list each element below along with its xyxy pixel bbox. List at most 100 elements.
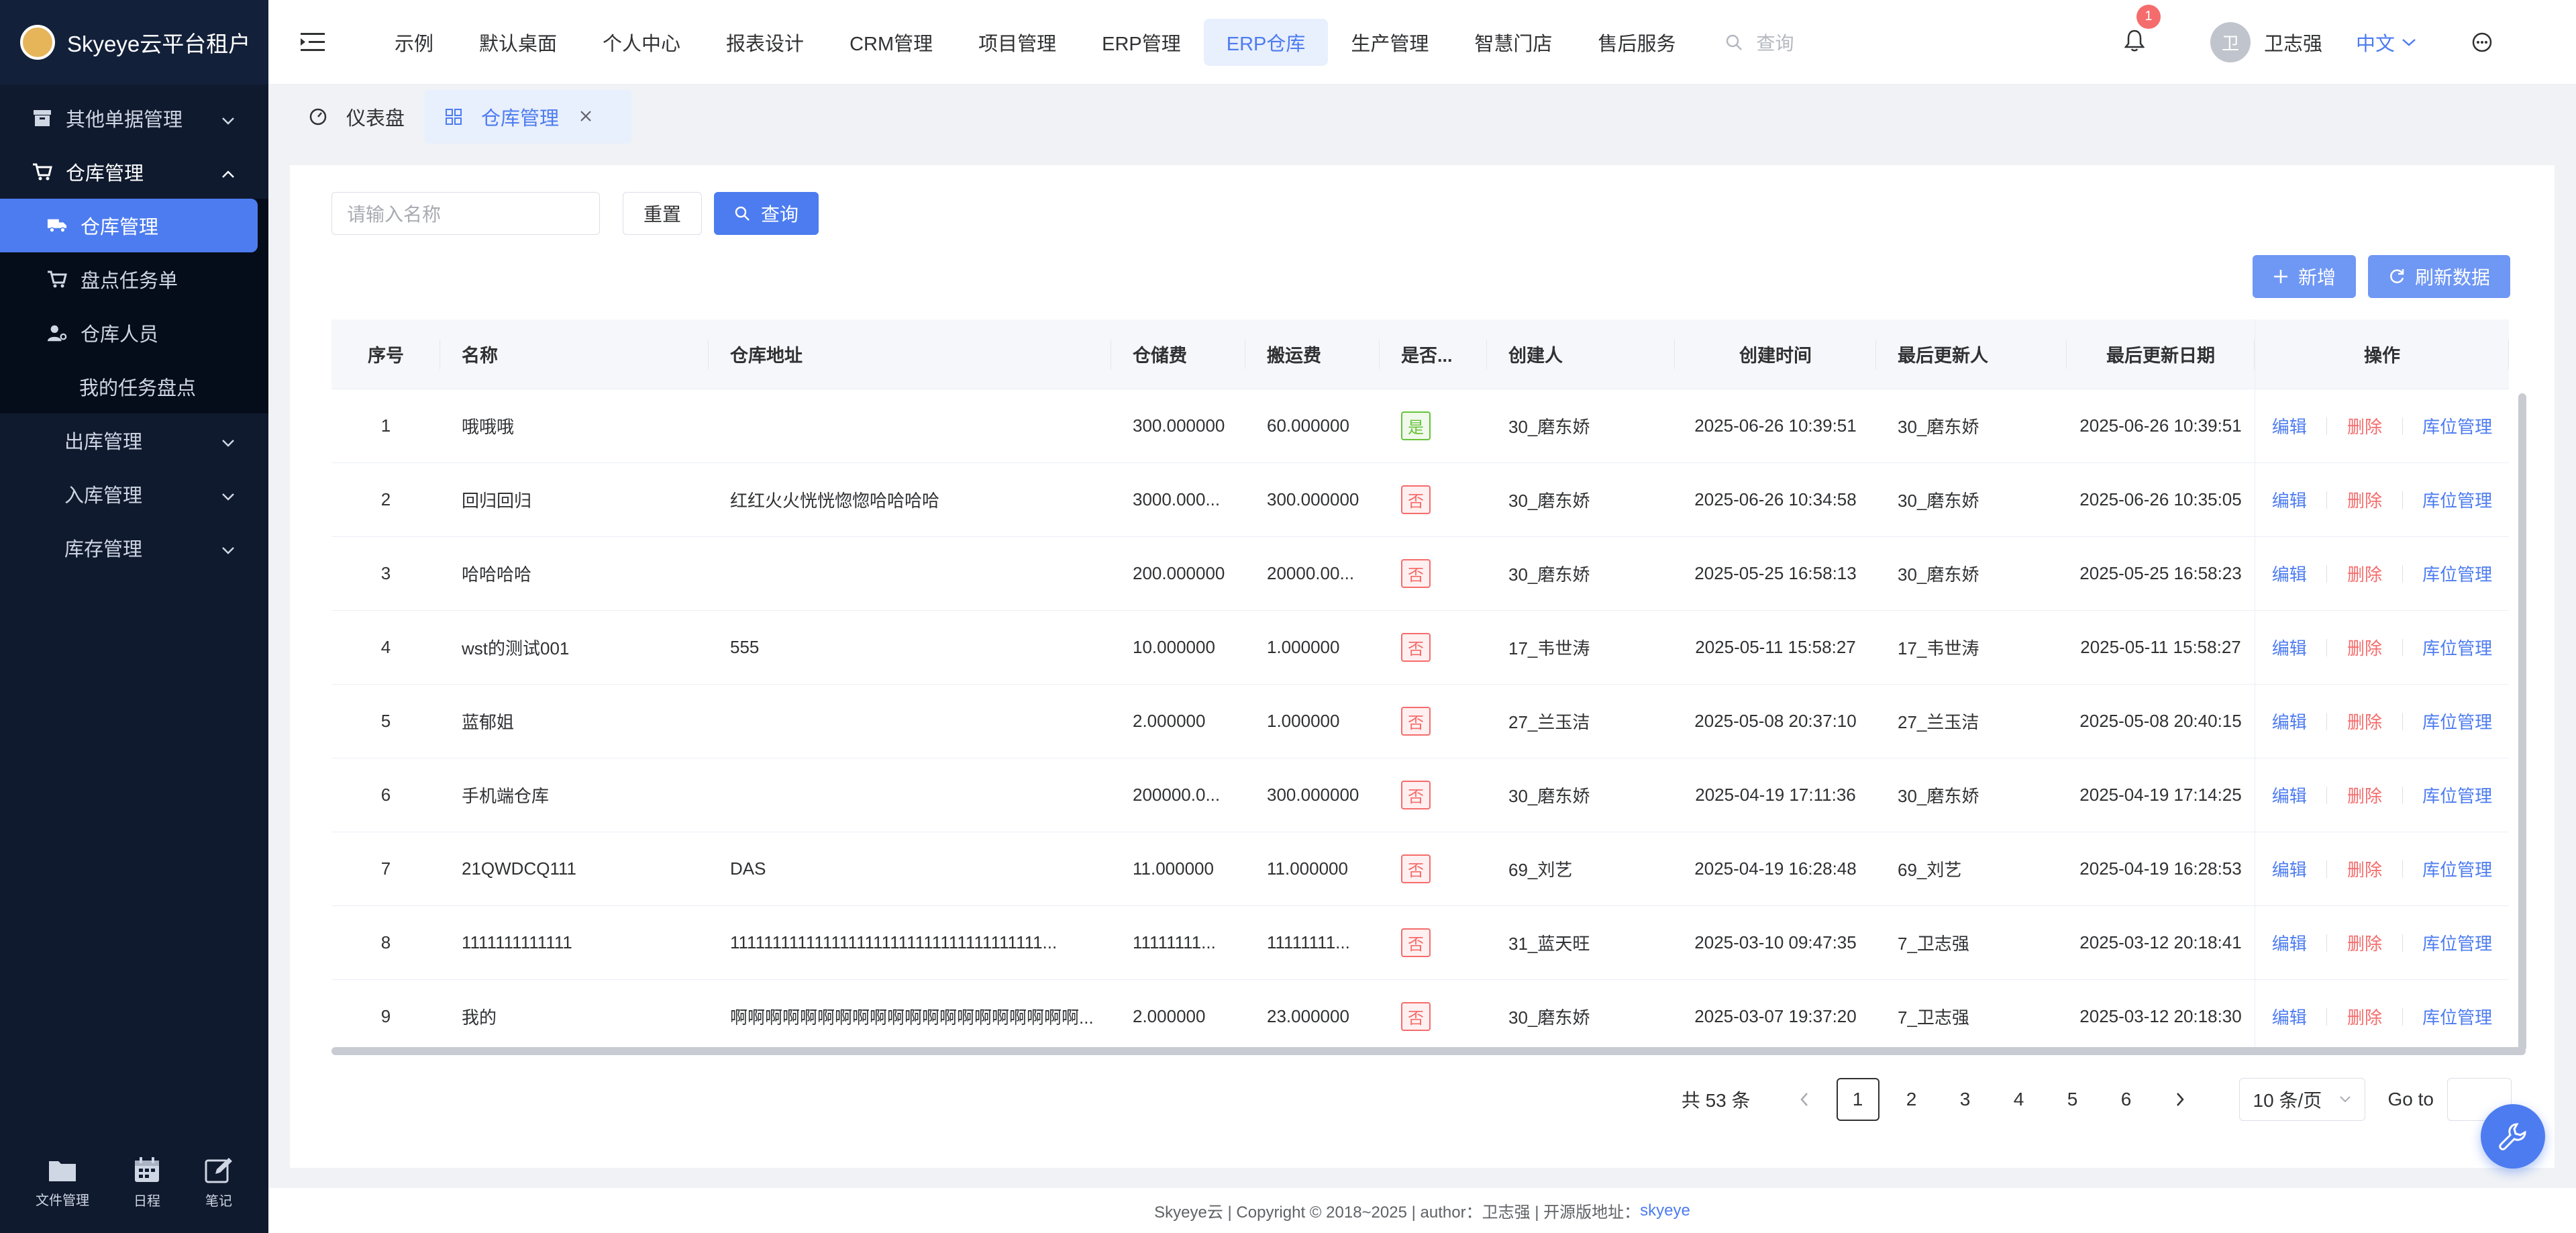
table-row[interactable]: 1 哦哦哦 300.000000 60.000000 是 30_磨东娇 2025-06-26…: [331, 389, 2509, 463]
avatar[interactable]: 卫: [2210, 22, 2251, 62]
page-button[interactable]: 6: [2105, 1078, 2148, 1121]
table-row[interactable]: 7 21QWDCQ111 DAS 11.000000 11.000000 否 69_刘艺 20…: [331, 832, 2509, 906]
page-button[interactable]: 1: [1836, 1078, 1879, 1121]
vertical-scrollbar[interactable]: [2518, 393, 2526, 1051]
plus-icon: [2273, 270, 2287, 283]
page-size-select[interactable]: 10 条/页: [2238, 1078, 2365, 1121]
settings-fab-button[interactable]: [2481, 1104, 2545, 1169]
delete-button[interactable]: 删除: [2347, 487, 2382, 512]
table-row[interactable]: 5 蓝郁姐 2.000000 1.000000 否 27_兰玉洁 2025-05-08 20…: [331, 685, 2509, 758]
sidebar-item-inbound[interactable]: 入库管理: [0, 467, 268, 521]
cell-name: 21QWDCQ111: [462, 858, 576, 879]
edit-button[interactable]: 编辑: [2272, 413, 2307, 438]
delete-button[interactable]: 删除: [2347, 709, 2382, 734]
delete-button[interactable]: 删除: [2347, 1004, 2382, 1029]
edit-button[interactable]: 编辑: [2272, 635, 2307, 660]
nav-tab[interactable]: 智慧门店: [1451, 19, 1575, 66]
edit-button[interactable]: 编辑: [2272, 783, 2307, 807]
table-row[interactable]: 9 我的 啊啊啊啊啊啊啊啊啊啊啊啊啊啊啊啊啊啊啊啊... 2.000000 23.000…: [331, 980, 2509, 1051]
location-manage-button[interactable]: 库位管理: [2422, 413, 2492, 438]
delete-button[interactable]: 删除: [2347, 635, 2382, 660]
nav-tab[interactable]: 项目管理: [956, 19, 1079, 66]
cell-handling: 20000.00...: [1267, 563, 1355, 583]
brand[interactable]: Skyeye云平台租户: [0, 0, 268, 85]
delete-button[interactable]: 删除: [2347, 561, 2382, 586]
nav-tab[interactable]: CRM管理: [827, 19, 956, 66]
table-row[interactable]: 2 回归回归 红红火火恍恍惚惚哈哈哈哈 3000.000... 300.000000 否 3…: [331, 463, 2509, 537]
nav-tab[interactable]: 默认桌面: [456, 19, 580, 66]
dashboard-icon: [309, 108, 327, 126]
edit-button[interactable]: 编辑: [2272, 1004, 2307, 1029]
shortcut-notes[interactable]: 笔记: [205, 1156, 233, 1210]
cell-updated: 2025-05-11 15:58:27: [2080, 637, 2241, 657]
nav-tab[interactable]: 示例: [372, 19, 456, 66]
table-header: 序号 名称 仓库地址 仓储费 搬运费 是否... 创建人 创建时间 最后更新人 …: [331, 319, 2509, 389]
name-search-input[interactable]: 请输入名称: [331, 192, 600, 235]
sidebar-item-warehouse[interactable]: 仓库管理: [0, 145, 268, 199]
sidebar-item-outbound[interactable]: 出库管理: [0, 413, 268, 467]
menu-fold-icon[interactable]: [299, 29, 326, 56]
sidebar-item-warehouse-manage[interactable]: 仓库管理: [0, 199, 258, 252]
shortcut-label: 日程: [134, 1193, 160, 1209]
nav-tab[interactable]: 个人中心: [580, 19, 703, 66]
delete-button[interactable]: 删除: [2347, 413, 2382, 438]
footer-link[interactable]: skyeye: [1640, 1201, 1690, 1220]
tab-dashboard[interactable]: 仪表盘: [289, 90, 425, 144]
page-button[interactable]: 2: [1890, 1078, 1933, 1121]
cell-updater: 27_兰玉洁: [1898, 712, 1979, 732]
nav-tab[interactable]: 生产管理: [1328, 19, 1451, 66]
edit-button[interactable]: 编辑: [2272, 856, 2307, 881]
table-row[interactable]: 8 1111111111111 11111111111111111111111111…: [331, 906, 2509, 980]
location-manage-button[interactable]: 库位管理: [2422, 709, 2492, 734]
edit-button[interactable]: 编辑: [2272, 709, 2307, 734]
sidebar-item-warehouse-staff[interactable]: 仓库人员: [0, 306, 268, 360]
location-manage-button[interactable]: 库位管理: [2422, 1004, 2492, 1029]
prev-page-button[interactable]: [1783, 1078, 1826, 1121]
language-select[interactable]: 中文: [2356, 28, 2416, 56]
query-button[interactable]: 查询: [714, 192, 819, 235]
nav-tab[interactable]: ERP管理: [1079, 19, 1204, 66]
user-name[interactable]: 卫志强: [2264, 28, 2322, 56]
edit-button[interactable]: 编辑: [2272, 561, 2307, 586]
nav-tab[interactable]: 售后服务: [1575, 19, 1698, 66]
reset-button[interactable]: 重置: [623, 192, 703, 235]
table-row[interactable]: 3 哈哈哈哈 200.000000 20000.00... 否 30_磨东娇 2025-05…: [331, 537, 2509, 611]
sidebar-item-stock[interactable]: 库存管理: [0, 521, 268, 575]
notification-button[interactable]: 1: [2124, 4, 2161, 56]
archive-icon: [32, 108, 52, 128]
edit-button[interactable]: 编辑: [2272, 930, 2307, 955]
location-manage-button[interactable]: 库位管理: [2422, 930, 2492, 955]
page-button[interactable]: 3: [1944, 1078, 1987, 1121]
table-row[interactable]: 4 wst的测试001 555 10.000000 1.000000 否 17_韦世涛 202…: [331, 611, 2509, 685]
close-icon[interactable]: [579, 106, 611, 128]
nav-search[interactable]: 查询: [1725, 29, 1794, 56]
delete-button[interactable]: 删除: [2347, 930, 2382, 955]
location-manage-button[interactable]: 库位管理: [2422, 561, 2492, 586]
location-manage-button[interactable]: 库位管理: [2422, 783, 2492, 807]
tab-warehouse-manage[interactable]: 仓库管理: [425, 90, 632, 144]
location-manage-button[interactable]: 库位管理: [2422, 635, 2492, 660]
status-badge: 否: [1401, 1002, 1431, 1031]
location-manage-button[interactable]: 库位管理: [2422, 856, 2492, 881]
next-page-button[interactable]: [2159, 1078, 2202, 1121]
nav-tab[interactable]: 报表设计: [703, 19, 827, 66]
page-button[interactable]: 4: [1998, 1078, 2041, 1121]
add-button[interactable]: 新增: [2252, 255, 2356, 298]
sidebar-item-my-inventory-task[interactable]: 我的任务盘点: [0, 360, 268, 413]
sidebar-item-other-docs[interactable]: 其他单据管理: [0, 91, 268, 145]
location-manage-button[interactable]: 库位管理: [2422, 487, 2492, 512]
delete-button[interactable]: 删除: [2347, 783, 2382, 807]
horizontal-scrollbar[interactable]: [331, 1047, 2526, 1055]
nav-tab[interactable]: ERP仓库: [1203, 18, 1329, 66]
delete-button[interactable]: 删除: [2347, 856, 2382, 881]
column-header: 序号: [331, 319, 440, 389]
sidebar-item-inventory-task[interactable]: 盘点任务单: [0, 252, 268, 306]
shortcut-schedule[interactable]: 日程: [134, 1156, 160, 1210]
refresh-button[interactable]: 刷新数据: [2367, 255, 2510, 298]
chat-icon[interactable]: [2471, 32, 2493, 53]
page-button[interactable]: 5: [2051, 1078, 2094, 1121]
table-row[interactable]: 6 手机端仓库 200000.0... 300.000000 否 30_磨东娇 2025-0…: [331, 758, 2509, 832]
edit-button[interactable]: 编辑: [2272, 487, 2307, 512]
cell-updated: 2025-04-19 17:14:25: [2079, 785, 2242, 805]
shortcut-file-manager[interactable]: 文件管理: [36, 1157, 89, 1209]
